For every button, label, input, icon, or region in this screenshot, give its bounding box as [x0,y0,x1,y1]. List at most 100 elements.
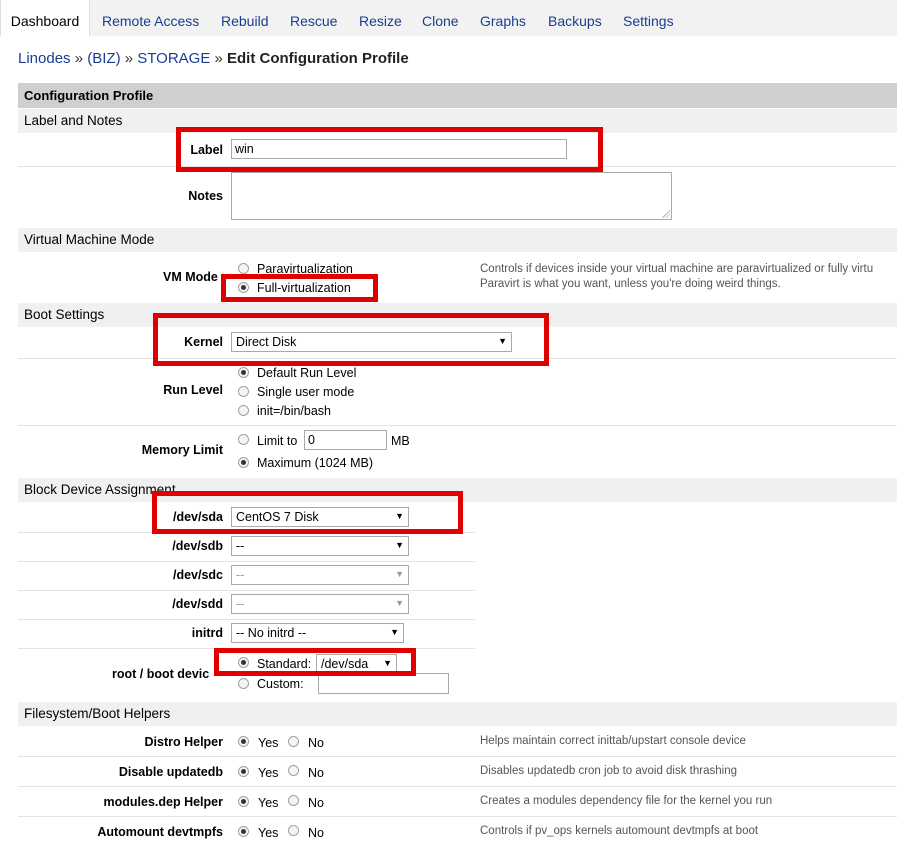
distro-helper-label: Distro Helper [144,735,224,749]
memory-limit-input[interactable]: 0 [304,430,387,450]
tab-settings[interactable]: Settings [623,0,674,36]
section-boot-settings: Boot Settings [18,303,897,327]
breadcrumb-group[interactable]: (BIZ) [87,50,120,67]
tab-bar: Dashboard Remote Access Rebuild Rescue R… [0,0,897,36]
maximum-label: Maximum (1024 MB) [257,456,373,470]
section-label-notes: Label and Notes [18,109,897,133]
radio-maximum[interactable] [238,457,249,468]
panel-title: Configuration Profile [24,88,154,103]
yes-label: Yes [258,736,279,750]
label-field-label: Label [190,143,223,157]
radio-disable-updatedb-yes[interactable] [238,766,249,777]
row-divider [18,561,475,562]
dev-sdc-label: /dev/sdc [172,568,223,582]
tab-clone[interactable]: Clone [422,0,459,36]
kernel-label: Kernel [184,335,223,349]
radio-automount-yes[interactable] [238,826,249,837]
no-label: No [308,796,324,810]
radio-default-run-level[interactable] [238,367,249,378]
row-divider [18,358,897,359]
default-run-level-label: Default Run Level [257,366,357,380]
yes-label: Yes [258,826,279,840]
section-block-device: Block Device Assignment [18,478,897,502]
section-helpers: Filesystem/Boot Helpers [18,702,897,726]
root-device-value: /dev/sda [321,657,369,671]
dev-sdb-select[interactable]: -- ▼ [231,536,409,556]
dev-sdb-label: /dev/sdb [172,539,223,553]
radio-distro-helper-yes[interactable] [238,736,249,747]
radio-automount-no[interactable] [288,825,299,836]
section-title: Virtual Machine Mode [24,232,155,247]
breadcrumb: Linodes » (BIZ) » STORAGE » Edit Configu… [18,50,409,67]
row-divider [18,532,475,533]
resize-grip-icon[interactable] [662,210,670,218]
chevron-down-icon: ▼ [498,336,507,346]
custom-root-input[interactable] [318,673,449,694]
row-divider [18,166,897,167]
tab-remote-access[interactable]: Remote Access [102,0,199,36]
root-device-select[interactable]: /dev/sda ▼ [316,654,397,674]
row-divider [18,786,897,787]
breadcrumb-linodes[interactable]: Linodes [18,50,71,67]
tab-graphs[interactable]: Graphs [480,0,526,36]
initrd-select[interactable]: -- No initrd -- ▼ [231,623,404,643]
chevron-down-icon: ▼ [390,627,399,637]
automount-devtmpfs-label: Automount devtmpfs [97,825,223,839]
no-label: No [308,826,324,840]
tab-rescue[interactable]: Rescue [290,0,337,36]
tab-dashboard[interactable]: Dashboard [0,0,90,36]
radio-distro-helper-no[interactable] [288,736,299,747]
breadcrumb-separator: » [124,50,134,67]
chevron-down-icon: ▼ [383,658,392,668]
initrd-value: -- No initrd -- [236,626,307,640]
tab-backups[interactable]: Backups [548,0,602,36]
dev-sdb-value: -- [236,539,245,553]
kernel-select[interactable]: Direct Disk ▼ [231,332,512,352]
initrd-label: initrd [191,626,223,640]
page-title: Edit Configuration Profile [227,50,409,67]
radio-limit-to[interactable] [238,434,249,445]
vm-mode-help: Controls if devices inside your virtual … [480,263,874,275]
chevron-down-icon: ▼ [395,540,404,550]
radio-full-virtualization[interactable] [238,282,249,293]
dev-sdc-select[interactable]: -- ▼ [231,565,409,585]
distro-helper-help: Helps maintain correct inittab/upstart c… [480,735,746,747]
no-label: No [308,766,324,780]
notes-textarea[interactable] [231,172,672,220]
radio-single-user-mode[interactable] [238,386,249,397]
init-bin-bash-label: init=/bin/bash [257,404,332,418]
root-device-label: root / boot devic [112,667,210,681]
radio-disable-updatedb-no[interactable] [288,765,299,776]
section-title: Boot Settings [24,307,105,322]
radio-custom[interactable] [238,678,249,689]
notes-field-label: Notes [188,189,223,203]
single-user-mode-label: Single user mode [257,385,355,399]
dev-sdd-label: /dev/sdd [172,597,223,611]
kernel-value: Direct Disk [236,335,297,349]
run-level-label: Run Level [163,383,223,397]
row-divider [18,756,897,757]
disable-updatedb-label: Disable updatedb [118,765,223,779]
dev-sdd-value: -- [236,597,245,611]
radio-modules-dep-yes[interactable] [238,796,249,807]
radio-standard[interactable] [238,657,249,668]
yes-label: Yes [258,796,279,810]
standard-label: Standard: [257,657,312,671]
tab-rebuild[interactable]: Rebuild [221,0,268,36]
dev-sda-select[interactable]: CentOS 7 Disk ▼ [231,507,409,527]
memory-unit-label: MB [391,434,410,448]
yes-label: Yes [258,766,279,780]
panel-header: Configuration Profile [18,83,897,108]
vm-mode-help: Paravirt is what you want, unless you're… [480,278,781,290]
radio-paravirtualization[interactable] [238,263,249,274]
tab-resize[interactable]: Resize [359,0,402,36]
dev-sdd-select[interactable]: -- ▼ [231,594,409,614]
radio-modules-dep-no[interactable] [288,795,299,806]
breadcrumb-linode[interactable]: STORAGE [137,50,210,67]
paravirtualization-label: Paravirtualization [257,262,353,276]
row-divider [18,590,475,591]
radio-init-bin-bash[interactable] [238,405,249,416]
section-title: Filesystem/Boot Helpers [24,706,171,721]
label-input[interactable]: win [231,139,567,159]
vm-mode-label: VM Mode [163,270,218,284]
